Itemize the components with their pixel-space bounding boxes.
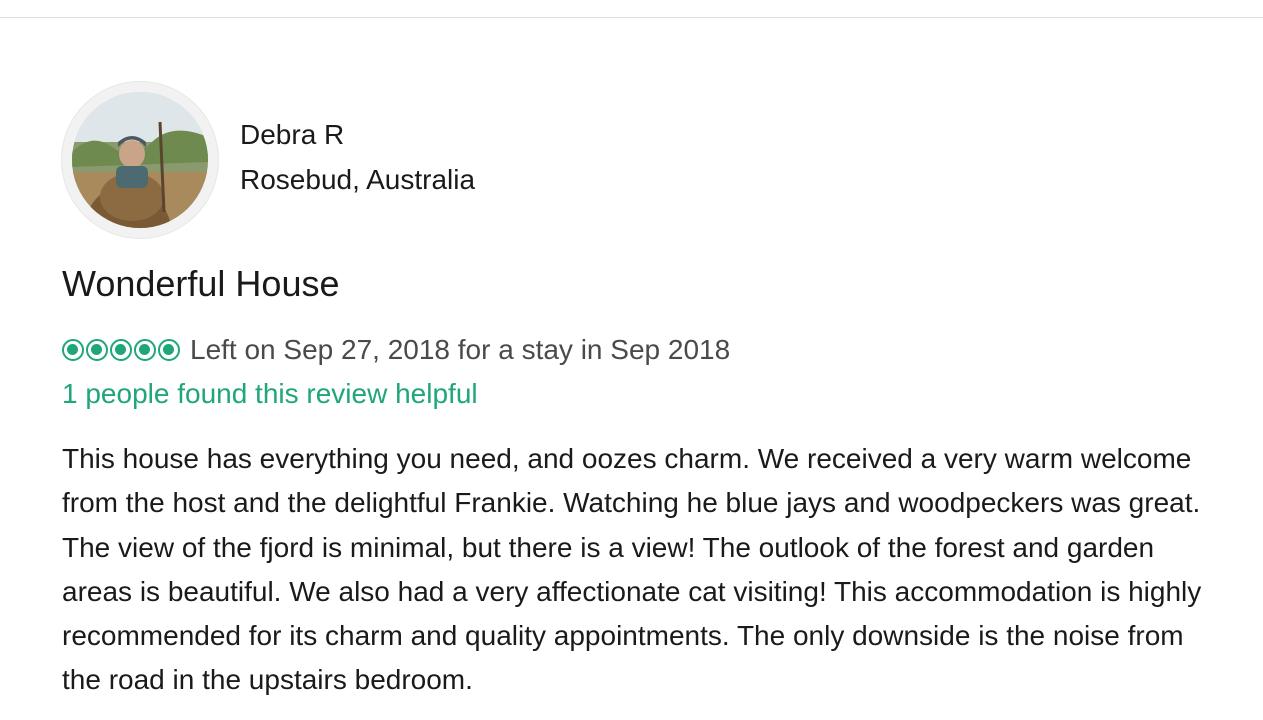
review-title[interactable]: Wonderful House [62,262,340,306]
rating-bubble-icon [62,339,84,361]
stay-date: Left on Sep 27, 2018 for a stay in Sep 2… [190,334,731,365]
rating-bubble-icon [134,339,156,361]
rating-row: Left on Sep 27, 2018 for a stay in Sep 2… [62,331,730,369]
user-photo-avatar-icon [72,92,208,228]
rating-bubble-icon [86,339,108,361]
rating-bubble-icon [158,339,180,361]
avatar[interactable] [62,82,218,238]
rating-bubbles [62,339,180,361]
helpful-count: 1 people found this review helpful [62,378,478,409]
reviewer-location: Rosebud, Australia [240,164,476,195]
review-body: This house has everything you need, and … [62,443,1202,696]
rating-bubble-icon [110,339,132,361]
top-divider [0,17,1263,18]
reviewer-name[interactable]: Debra R [240,116,344,154]
